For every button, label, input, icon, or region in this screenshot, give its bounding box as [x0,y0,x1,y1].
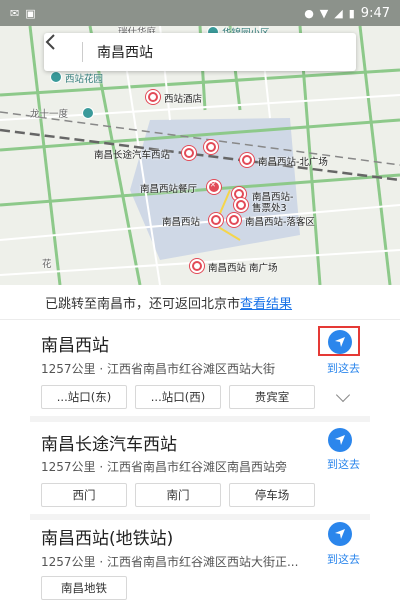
bus-station-poi-icon[interactable] [182,146,196,160]
signal-icon: ◢ [334,6,343,20]
map-view[interactable]: ✉ ▣ ● ▼ ◢ ▮ 9:47 南昌西站 瑞仕华庭 华锦园小区 西站花园 西站… [0,0,400,285]
navigation-arrow-icon [335,337,345,347]
map-label-xizhan-garden: 西站花园 [65,74,104,85]
chip-west-exit[interactable]: ...站口(西) [135,385,221,409]
ticket-office-poi-icon[interactable] [234,198,248,212]
chip-vip-room[interactable]: 贵宾室 [229,385,315,409]
wifi-icon: ▼ [319,6,329,20]
south-square-poi-icon[interactable] [190,259,204,273]
navigate-button[interactable] [328,428,352,452]
map-pin-icon [50,71,62,83]
navigation-arrow-icon [335,529,345,539]
result-card[interactable]: 南昌长途汽车西站 1257公里 · 江西省南昌市红谷滩区南昌西站旁 到这去 西门… [30,422,370,514]
map-label-long-road: 龙十一度 [30,109,69,120]
chip-east-exit[interactable]: ...站口(东) [41,385,127,409]
result-card[interactable]: 南昌西站(地铁站) 1257公里 · 江西省南昌市红谷滩区西站大街正... 到这… [30,520,370,600]
result-chips: 西门 南门 停车场 [41,483,315,507]
chevron-down-icon[interactable] [335,387,351,403]
navigate-label[interactable]: 到这去 [327,360,360,376]
map-label-dropoff: 南昌西站-落客区 [245,217,315,228]
redirect-banner: 已跳转至南昌市，还可返回北京市 查看结果 [0,286,400,320]
map-label-bottom-left: 花 [42,259,52,270]
result-title[interactable]: 南昌西站(地铁站) [41,524,173,549]
result-subtitle: 1257公里 · 江西省南昌市红谷滩区西站大街 [41,362,275,376]
chip-west-gate[interactable]: 西门 [41,483,127,507]
map-label-south-square: 南昌西站 南广场 [208,263,278,274]
north-square-poi-icon[interactable] [240,153,254,167]
result-card[interactable]: 南昌西站 1257公里 · 江西省南昌市红谷滩区西站大街 到这去 ...站口(东… [30,321,370,416]
status-bar: ✉ ▣ ● ▼ ◢ ▮ 9:47 [0,0,400,26]
search-query[interactable]: 南昌西站 [97,42,153,62]
map-label-hotel: 西站酒店 [164,94,203,105]
chevron-left-icon [45,34,55,50]
result-chips: 南昌地铁 [41,576,127,600]
station-main-poi-icon[interactable] [209,213,223,227]
navigation-arrow-icon [335,435,345,445]
restaurant-poi-icon[interactable] [207,180,221,194]
search-box[interactable]: 南昌西站 [44,33,356,71]
search-divider [82,42,83,62]
chip-metro[interactable]: 南昌地铁 [41,576,127,600]
map-pin-icon [82,107,94,119]
banner-text: 已跳转至南昌市，还可返回北京市 [45,297,241,312]
view-results-link[interactable]: 查看结果 [240,293,292,312]
notification-icon: ✉ [10,6,20,20]
image-icon: ▣ [25,6,36,20]
navigate-button[interactable] [328,330,352,354]
chip-south-gate[interactable]: 南门 [135,483,221,507]
dropoff-poi-icon[interactable] [227,213,241,227]
result-chips: ...站口(东) ...站口(西) 贵宾室 [41,385,315,409]
map-label-station: 南昌西站 [162,217,201,228]
status-time: 9:47 [360,5,390,21]
map-label-bus-station: 南昌长途汽车西站 [94,150,171,161]
result-subtitle: 1257公里 · 江西省南昌市红谷滩区南昌西站旁 [41,460,287,474]
result-title[interactable]: 南昌西站 [41,331,109,356]
map-label-restaurant: 南昌西站餐厅 [140,184,198,195]
hotel-poi-icon[interactable] [146,90,160,104]
result-title[interactable]: 南昌长途汽车西站 [41,430,177,455]
navigate-label[interactable]: 到这去 [327,456,360,472]
navigate-label[interactable]: 到这去 [327,551,360,567]
result-subtitle: 1257公里 · 江西省南昌市红谷滩区西站大街正... [41,555,299,569]
station-poi-icon[interactable] [204,140,218,154]
map-label-north-square: 南昌西站-北广场 [258,157,328,168]
chip-parking[interactable]: 停车场 [229,483,315,507]
battery-icon: ▮ [348,6,355,20]
navigate-button[interactable] [328,522,352,546]
back-button[interactable] [44,33,82,71]
location-icon: ● [304,6,314,20]
map-label-ticket-office-2: 售票处3 [252,203,287,214]
